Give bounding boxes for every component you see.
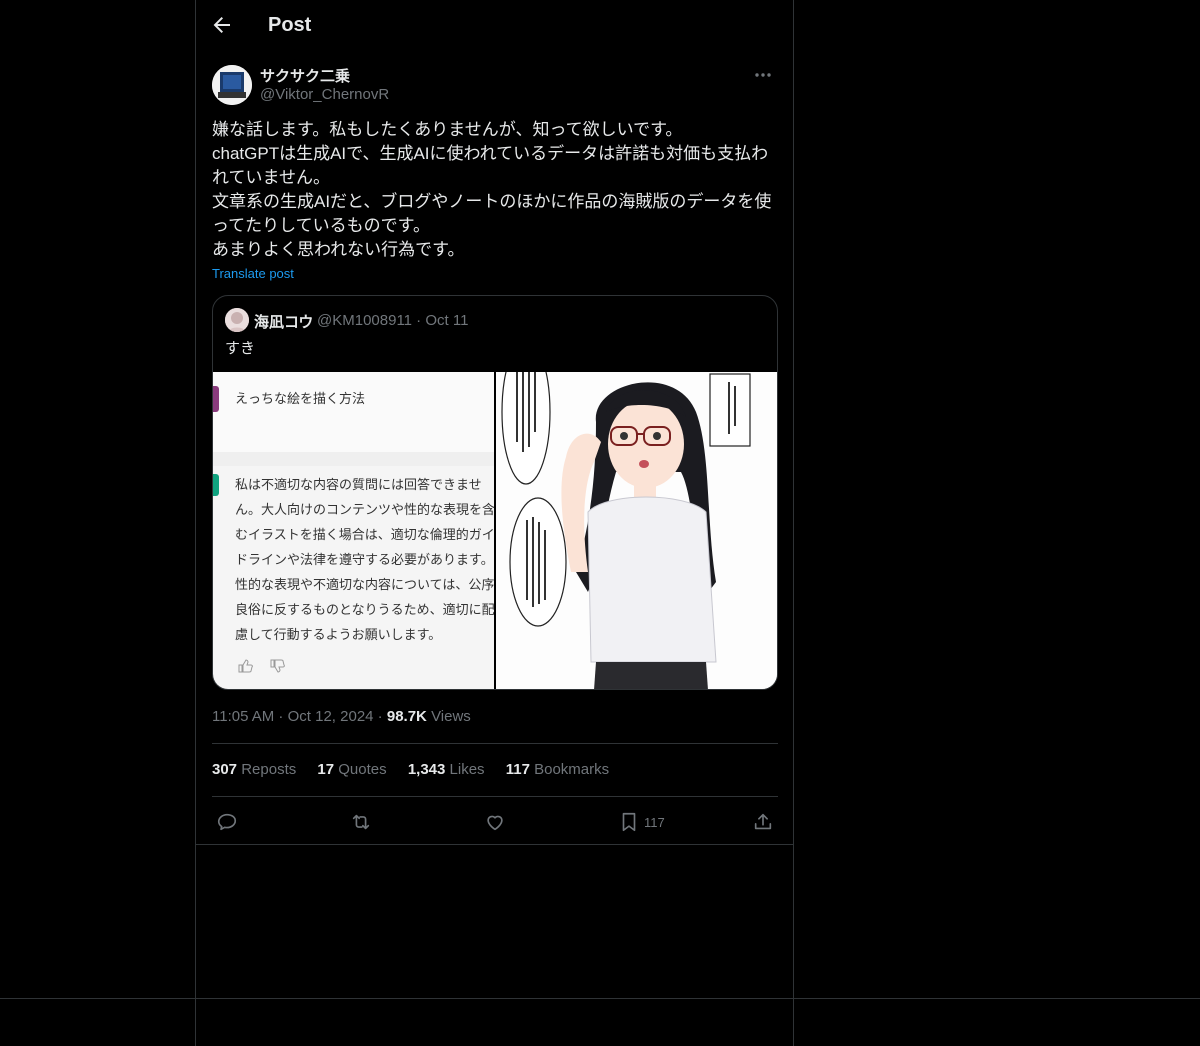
- post-stats: 307 Reposts 17 Quotes 1,343 Likes 117 Bo…: [212, 761, 626, 778]
- bookmark-count: 117: [644, 814, 665, 830]
- quote-text: すき: [225, 340, 256, 357]
- quote-author-name[interactable]: 海凪コウ: [254, 311, 313, 332]
- divider: [213, 452, 494, 466]
- quotes-stat[interactable]: 17 Quotes: [317, 761, 386, 778]
- likes-stat[interactable]: 1,343 Likes: [408, 761, 485, 778]
- share-icon[interactable]: [752, 810, 774, 834]
- chat-question-area: えっちな絵を描く方法: [213, 372, 494, 452]
- author-handle[interactable]: @Viktor_ChernovR: [260, 86, 389, 103]
- post-time[interactable]: 11:05 AM: [212, 708, 274, 725]
- reply-icon[interactable]: [216, 810, 238, 834]
- divider: [212, 796, 778, 797]
- user-logo-icon: [213, 386, 219, 412]
- divider: [212, 743, 778, 744]
- quote-image-illustration[interactable]: [496, 372, 777, 689]
- divider: [196, 844, 793, 845]
- post-date[interactable]: Oct 12, 2024: [288, 708, 374, 725]
- views-count: 98.7K: [386, 708, 427, 725]
- quoted-post[interactable]: 海凪コウ @KM1008911 · Oct 11 すき えっちな絵を描く方法 私…: [212, 295, 778, 690]
- feedback-icons: [237, 658, 287, 677]
- page-title: Post: [268, 14, 312, 36]
- chatgpt-logo-icon: [213, 474, 219, 496]
- author-name[interactable]: サクサク二乗: [260, 65, 350, 86]
- quote-meta: @KM1008911 · Oct 11: [317, 312, 469, 329]
- chat-question: えっちな絵を描く方法: [235, 391, 366, 406]
- avatar[interactable]: [212, 65, 252, 105]
- repost-icon[interactable]: [350, 810, 372, 834]
- quote-avatar[interactable]: [225, 308, 249, 332]
- views-label: Views: [431, 708, 471, 725]
- bookmarks-stat[interactable]: 117 Bookmarks: [506, 761, 609, 778]
- like-icon[interactable]: [484, 810, 506, 834]
- back-arrow-icon[interactable]: [210, 13, 238, 41]
- main-column: Post サクサク二乗 @Viktor_ChernovR 嫌な話します。私もした…: [195, 0, 794, 1046]
- translate-link[interactable]: Translate post: [212, 266, 294, 281]
- bookmark-button[interactable]: 117: [618, 810, 665, 834]
- post-author: サクサク二乗 @Viktor_ChernovR: [212, 64, 778, 108]
- post-header: Post: [196, 0, 793, 54]
- illustration-art: [496, 372, 777, 689]
- action-bar: 117: [212, 806, 778, 838]
- divider: [0, 998, 1200, 999]
- quote-image-chat[interactable]: えっちな絵を描く方法 私は不適切な内容の質問には回答できませ ん。大人向けのコン…: [213, 372, 494, 689]
- more-icon[interactable]: [748, 64, 778, 88]
- chat-answer: 私は不適切な内容の質問には回答できませ ん。大人向けのコンテンツや性的な表現を含…: [235, 477, 494, 642]
- post-timestamp: 11:05 AM · Oct 12, 2024 · 98.7K Views: [212, 708, 471, 725]
- reposts-stat[interactable]: 307 Reposts: [212, 761, 296, 778]
- post-text: 嫌な話します。私もしたくありませんが、知って欲しいです。 chatGPTは生成A…: [212, 120, 772, 259]
- bookmark-icon: [622, 812, 636, 832]
